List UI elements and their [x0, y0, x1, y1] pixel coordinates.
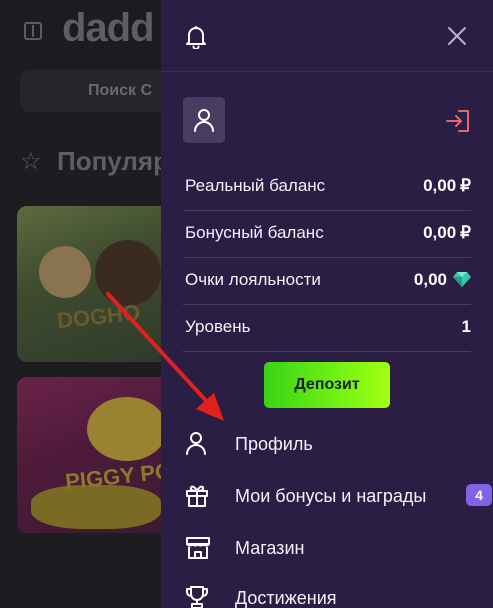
sidebar-toggle-icon[interactable]: [24, 22, 42, 40]
menu-item-label: Достижения: [235, 588, 337, 608]
stat-row-real-balance: Реальный баланс 0,00 ₽: [183, 164, 471, 211]
game-card[interactable]: PIGGY POWER: [17, 377, 177, 533]
close-icon[interactable]: [445, 24, 469, 48]
stat-row-loyalty-points: Очки лояльности 0,00: [183, 258, 471, 305]
store-icon: [186, 537, 210, 559]
menu-item-label: Мои бонусы и награды: [235, 486, 427, 506]
panel-header: [161, 0, 493, 72]
game-card-caption: DOGHO: [55, 299, 142, 334]
menu-item-achievements[interactable]: Достижения: [183, 580, 483, 608]
section-title: Популяр: [57, 146, 169, 176]
user-avatar[interactable]: [183, 97, 225, 143]
stat-value: 0,00: [414, 270, 471, 290]
stat-value: 0,00 ₽: [423, 223, 471, 242]
stat-value: 0,00 ₽: [423, 176, 471, 195]
stat-row-bonus-balance: Бонусный баланс 0,00 ₽: [183, 211, 471, 258]
site-logo[interactable]: dadd: [62, 6, 155, 51]
menu-item-label: Профиль: [235, 434, 313, 454]
bell-icon[interactable]: [185, 25, 207, 49]
diamond-icon: [453, 272, 471, 287]
star-icon: ☆: [20, 148, 42, 175]
trophy-icon: [186, 586, 208, 608]
menu-item-profile[interactable]: Профиль: [183, 426, 483, 462]
game-card-art: [87, 397, 167, 461]
search-label: Поиск С: [88, 82, 153, 99]
game-card-art: [39, 246, 91, 298]
stat-label: Бонусный баланс: [185, 223, 324, 242]
menu-item-store[interactable]: Магазин: [183, 530, 483, 566]
login-icon[interactable]: [445, 108, 471, 134]
game-card-art: [95, 240, 161, 306]
bonus-count-badge: 4: [466, 484, 492, 506]
menu-item-bonuses[interactable]: Мои бонусы и награды 4: [183, 478, 492, 514]
account-menu-panel: Реальный баланс 0,00 ₽ Бонусный баланс 0,…: [161, 0, 493, 608]
user-icon: [194, 109, 214, 132]
stat-label: Уровень: [185, 317, 251, 336]
gift-icon: [186, 485, 208, 507]
game-card[interactable]: DOGHO: [17, 206, 177, 362]
stat-label: Реальный баланс: [185, 176, 326, 195]
stat-label: Очки лояльности: [185, 270, 321, 289]
user-icon: [186, 432, 206, 455]
menu-item-label: Магазин: [235, 538, 305, 558]
stat-row-level: Уровень 1: [183, 305, 471, 352]
stat-value: 1: [461, 317, 471, 336]
deposit-button[interactable]: Депозит: [264, 362, 390, 408]
